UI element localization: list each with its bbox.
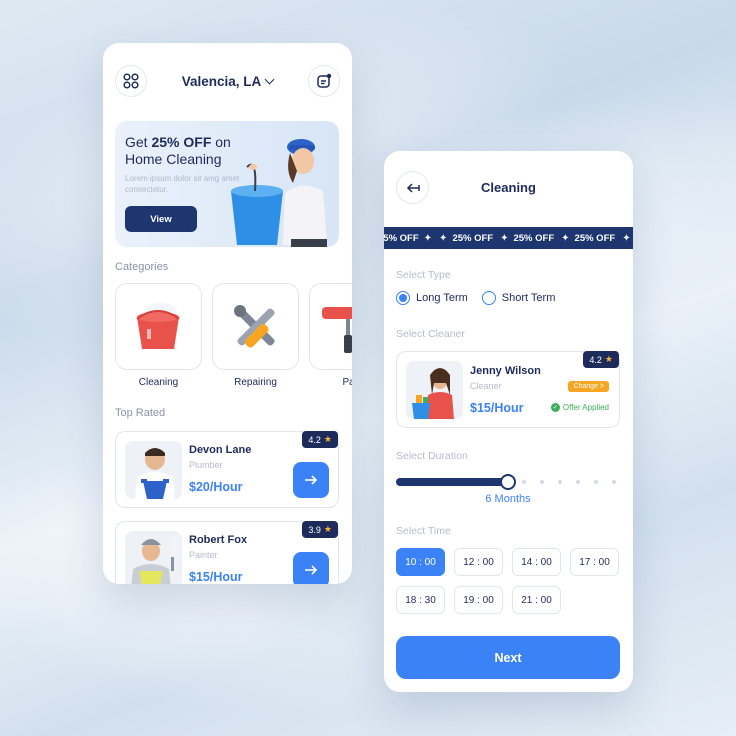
slider-step-dot: [558, 480, 562, 484]
slider-fill: [396, 478, 508, 486]
grid-icon: [123, 73, 139, 89]
change-cleaner-button[interactable]: Change >: [568, 381, 609, 392]
booking-screen: Cleaning 25% OFF✦✦25% OFF✦25% OFF✦25% OF…: [384, 151, 633, 692]
paint-roller-icon: [322, 306, 352, 353]
ticker-item: 25% OFF✦: [384, 232, 433, 244]
tools-icon: [233, 304, 275, 347]
category-label: Cleaning: [138, 377, 179, 388]
worker-role: Painter: [189, 550, 218, 560]
time-slot[interactable]: 21 : 00: [512, 586, 561, 614]
category-cleaning[interactable]: Cleaning: [115, 283, 202, 388]
cleaning-woman-image: [231, 139, 327, 247]
sparkle-icon: ✦: [561, 232, 570, 244]
location-selector[interactable]: Valencia, LA: [181, 73, 275, 89]
category-painting[interactable]: Pain: [309, 283, 352, 388]
arrow-right-button[interactable]: [293, 462, 329, 498]
chevron-down-icon: [264, 74, 275, 84]
avatar: [125, 441, 182, 499]
rating-value: 3.9: [308, 524, 321, 535]
worker-role: Plumber: [189, 460, 223, 470]
radio-checked-icon: [396, 291, 410, 305]
ticker-item: ✦25% OFF: [561, 232, 616, 244]
duration-slider[interactable]: [396, 474, 620, 490]
location-label: Valencia, LA: [181, 73, 262, 89]
bucket-icon: [135, 302, 180, 349]
time-slot[interactable]: 12 : 00: [454, 548, 503, 576]
home-screen: Valencia, LA Get 25% OFF on Home Cleanin…: [103, 43, 352, 584]
cleaner-price: $15/Hour: [470, 401, 524, 415]
slider-step-dot: [612, 480, 616, 484]
category-repairing[interactable]: Repairing: [212, 283, 299, 388]
ticker-item: ✦25% OFF: [622, 233, 633, 244]
slider-step-dot: [540, 480, 544, 484]
rating-value: 4.2: [308, 434, 321, 445]
arrow-right-button[interactable]: [293, 552, 329, 584]
time-slot[interactable]: 17 : 00: [570, 548, 619, 576]
sparkle-icon: ✦: [622, 232, 631, 244]
rating-value: 4.2: [589, 354, 602, 365]
worker-card[interactable]: Robert Fox Painter $15/Hour 3.9 ★: [115, 521, 339, 584]
worker-price: $20/Hour: [189, 480, 243, 494]
check-icon: ✓: [550, 403, 560, 412]
top-rated-title: Top Rated: [115, 407, 166, 419]
categories-list: Cleaning Repairing Pain: [115, 283, 352, 388]
worker-card[interactable]: Devon Lane Plumber $20/Hour 4.2 ★: [115, 431, 339, 508]
select-cleaner-label: Select Cleaner: [396, 328, 465, 340]
time-slot[interactable]: 14 : 00: [512, 548, 561, 576]
promo-description: Lorem ipsum dolor sit amg amet consectet…: [125, 174, 240, 194]
worker-name: Devon Lane: [189, 444, 252, 456]
sparkle-icon: ✦: [423, 232, 433, 244]
sparkle-icon: ✦: [500, 232, 509, 244]
rating-badge: 3.9 ★: [302, 521, 338, 538]
select-duration-label: Select Duration: [396, 450, 468, 462]
radio-unchecked-icon: [481, 291, 496, 305]
slider-handle[interactable]: [500, 474, 516, 490]
home-header: Valencia, LA: [115, 65, 340, 97]
time-slot[interactable]: 10 : 00: [396, 548, 445, 576]
menu-button[interactable]: [115, 65, 147, 97]
star-icon: ★: [323, 524, 332, 534]
worker-price: $15/Hour: [189, 570, 243, 584]
message-icon: [317, 73, 332, 88]
page-title: Cleaning: [481, 180, 536, 195]
next-button[interactable]: Next: [396, 636, 620, 679]
cleaner-role: Cleaner: [470, 381, 502, 391]
select-type-label: Select Type: [396, 269, 451, 281]
view-button[interactable]: View: [125, 206, 197, 232]
category-label: Pain: [342, 377, 352, 388]
select-time-label: Select Time: [396, 525, 451, 537]
arrow-right-icon: [305, 475, 318, 485]
slider-step-dot: [522, 480, 526, 484]
rating-badge: 4.2 ★: [302, 431, 338, 448]
radio-short-term[interactable]: Short Term: [481, 291, 555, 305]
avatar: [406, 361, 463, 419]
time-slot[interactable]: 19 : 00: [454, 586, 503, 614]
cleaner-card[interactable]: Jenny Wilson Cleaner $15/Hour 4.2 ★ Chan…: [396, 351, 620, 428]
sparkle-icon: ✦: [439, 232, 448, 244]
avatar: [125, 531, 182, 584]
slider-step-dot: [576, 480, 580, 484]
promo-banner[interactable]: Get 25% OFF on Home Cleaning Lorem ipsum…: [115, 121, 339, 247]
duration-value: 6 Months: [485, 493, 531, 505]
notifications-button[interactable]: [307, 65, 340, 97]
time-slot-grid: 10 : 00 12 : 00 14 : 00 17 : 00 18 : 30 19 : …: [396, 548, 622, 614]
category-label: Repairing: [234, 377, 277, 388]
ticker-item: ✦25% OFF: [439, 232, 494, 244]
slider-step-dot: [594, 480, 598, 484]
arrow-right-icon: [305, 565, 318, 575]
time-slot[interactable]: 18 : 30: [396, 586, 445, 614]
worker-name: Robert Fox: [189, 534, 248, 546]
star-icon: ★: [604, 354, 613, 364]
radio-long-term[interactable]: Long Term: [396, 291, 468, 305]
ticker-item: ✦25% OFF: [500, 232, 555, 244]
cleaner-name: Jenny Wilson: [470, 365, 541, 377]
rating-badge: 4.2 ★: [583, 351, 619, 368]
type-radio-group: Long Term Short Term: [396, 291, 555, 305]
star-icon: ★: [323, 434, 332, 444]
booking-header: Cleaning: [396, 171, 621, 205]
offer-applied-badge: ✓ Offer Applied: [550, 403, 609, 412]
discount-ticker: 25% OFF✦ ✦25% OFF ✦25% OFF ✦25% OFF ✦25% OFF: [384, 227, 633, 249]
categories-title: Categories: [115, 261, 169, 273]
